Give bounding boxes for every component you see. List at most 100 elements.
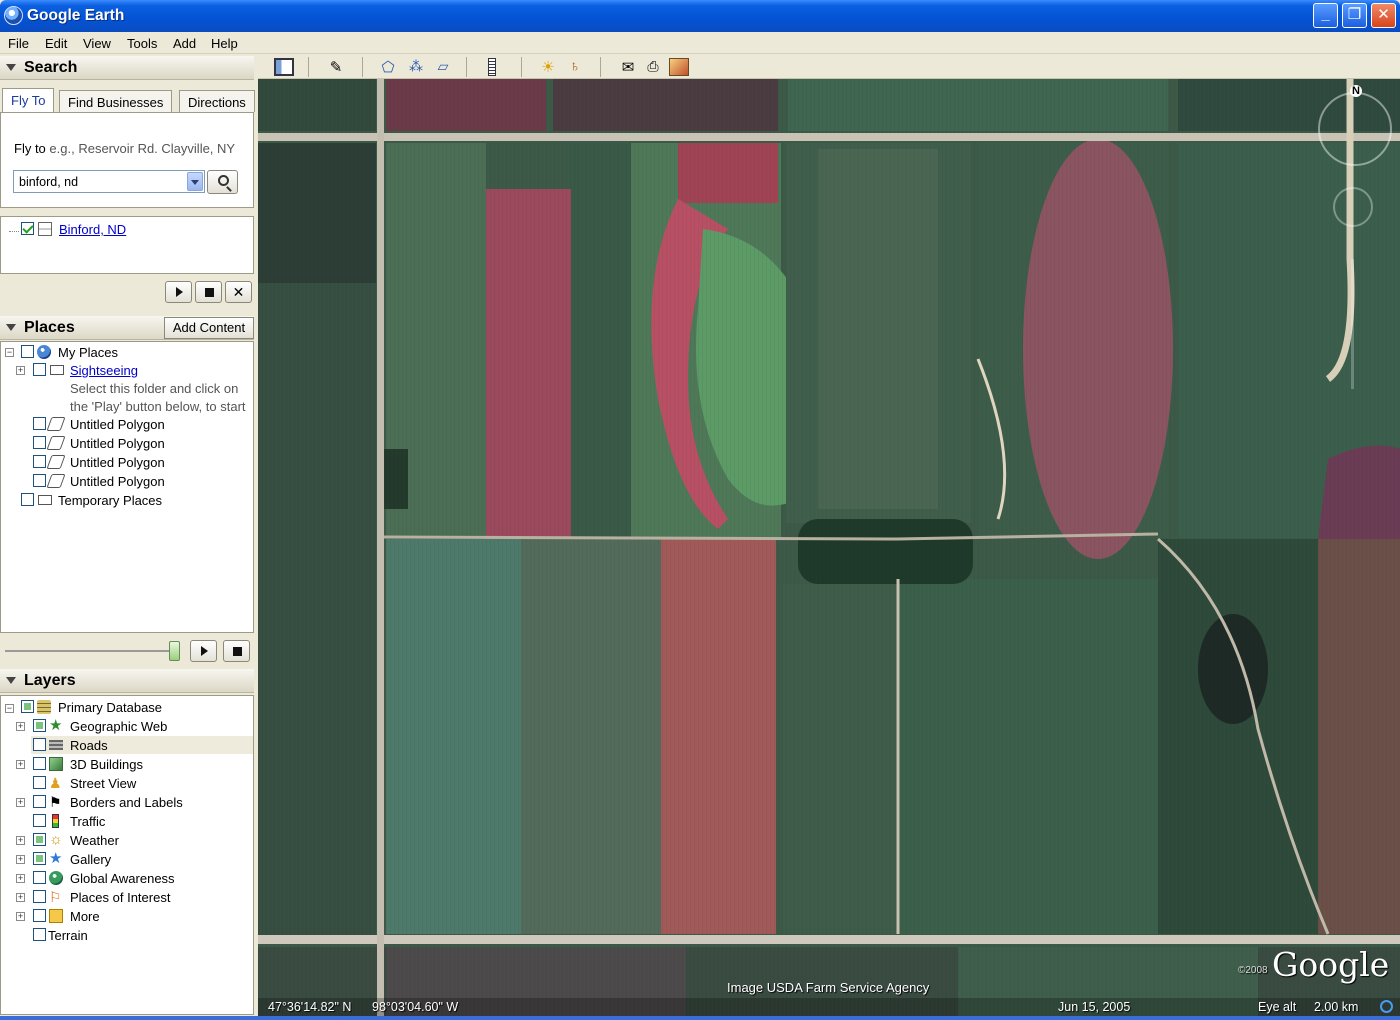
places-pane-title: Places — [24, 319, 75, 336]
layer-checkbox[interactable] — [33, 795, 46, 808]
tour-speed-slider[interactable] — [5, 650, 177, 652]
sidebar-toggle-icon[interactable] — [274, 58, 294, 76]
search-pane-header[interactable]: Search — [0, 56, 254, 80]
layer-checkbox[interactable] — [33, 738, 46, 751]
add-content-button[interactable]: Add Content — [164, 317, 254, 339]
expand-toggle[interactable]: + — [16, 893, 25, 902]
layers-pane-header[interactable]: Layers — [0, 669, 254, 693]
layer-item[interactable]: Geographic Web — [70, 719, 167, 737]
clear-results-button[interactable]: ✕ — [225, 281, 252, 303]
layer-checkbox[interactable] — [33, 757, 46, 770]
my-places-label[interactable]: My Places — [58, 345, 118, 363]
google-maps-icon[interactable] — [669, 58, 689, 76]
primary-database-checkbox[interactable] — [21, 700, 34, 713]
minimize-button[interactable]: _ — [1313, 3, 1338, 28]
path-tool-icon[interactable]: ⁂ — [406, 58, 426, 76]
list-item[interactable]: Untitled Polygon — [70, 417, 165, 435]
menu-file[interactable]: File — [8, 36, 29, 51]
map-view[interactable]: N Image USDA Farm Service Agency ©2008 G… — [258, 79, 1400, 1016]
layer-item[interactable]: Roads — [70, 738, 108, 756]
places-play-button[interactable] — [190, 640, 217, 662]
polygon-checkbox[interactable] — [33, 455, 46, 468]
expand-toggle[interactable]: + — [16, 874, 25, 883]
layer-checkbox[interactable] — [33, 852, 46, 865]
list-item[interactable]: Untitled Polygon — [70, 455, 165, 473]
sky-planet-icon[interactable]: ♄ — [565, 58, 585, 76]
collapse-triangle-icon[interactable] — [6, 677, 16, 684]
collapse-triangle-icon[interactable] — [6, 64, 16, 71]
menu-tools[interactable]: Tools — [127, 36, 157, 51]
terrain-checkbox[interactable] — [33, 928, 46, 941]
layer-checkbox[interactable] — [33, 814, 46, 827]
sunlight-icon[interactable]: ☀ — [538, 58, 558, 76]
expand-toggle[interactable]: + — [16, 912, 25, 921]
layer-checkbox[interactable] — [33, 871, 46, 884]
primary-database-label[interactable]: Primary Database — [58, 700, 162, 718]
polygon-checkbox[interactable] — [33, 474, 46, 487]
result-checkbox[interactable] — [21, 222, 34, 235]
menu-help[interactable]: Help — [211, 36, 238, 51]
compass-north[interactable]: N — [1350, 85, 1362, 97]
overlay-tool-icon[interactable]: ▱ — [433, 58, 453, 76]
polygon-checkbox[interactable] — [33, 436, 46, 449]
list-item[interactable]: Binford, ND — [5, 221, 245, 239]
expand-toggle[interactable]: + — [16, 760, 25, 769]
layer-item[interactable]: Street View — [70, 776, 136, 794]
layer-item[interactable]: 3D Buildings — [70, 757, 143, 775]
maximize-button[interactable]: ❐ — [1342, 3, 1367, 28]
zoom-slider[interactable] — [1351, 259, 1354, 389]
temporary-places-checkbox[interactable] — [21, 493, 34, 506]
layer-checkbox[interactable] — [33, 833, 46, 846]
ruler-icon[interactable] — [488, 58, 496, 76]
terrain-label[interactable]: Terrain — [48, 928, 88, 946]
email-icon[interactable]: ✉ — [618, 58, 638, 76]
expand-toggle[interactable]: + — [16, 855, 25, 864]
layer-item[interactable]: Weather — [70, 833, 119, 851]
expand-toggle[interactable]: + — [16, 798, 25, 807]
collapse-toggle[interactable]: − — [5, 704, 14, 713]
search-button[interactable] — [207, 170, 238, 194]
places-stop-button[interactable] — [223, 640, 250, 662]
look-joystick[interactable] — [1333, 187, 1373, 227]
polygon-checkbox[interactable] — [33, 417, 46, 430]
layer-checkbox[interactable] — [33, 890, 46, 903]
placemark-icon[interactable]: ✎ — [326, 58, 346, 76]
tab-directions[interactable]: Directions — [179, 90, 255, 112]
tour-play-button[interactable] — [165, 281, 192, 303]
tab-fly-to[interactable]: Fly To — [2, 88, 55, 112]
dropdown-arrow-icon[interactable] — [187, 172, 203, 191]
result-link[interactable]: Binford, ND — [59, 222, 126, 237]
slider-handle[interactable] — [169, 641, 180, 661]
menu-view[interactable]: View — [83, 36, 111, 51]
expand-toggle[interactable]: + — [16, 722, 25, 731]
layer-item[interactable]: Traffic — [70, 814, 105, 832]
layer-item[interactable]: Places of Interest — [70, 890, 170, 908]
expand-toggle[interactable]: + — [16, 836, 25, 845]
layer-checkbox[interactable] — [33, 719, 46, 732]
layer-checkbox[interactable] — [33, 776, 46, 789]
fly-to-input-value: binford, nd — [19, 175, 79, 189]
collapse-triangle-icon[interactable] — [6, 324, 16, 331]
compass-ring[interactable] — [1318, 92, 1392, 166]
layer-item[interactable]: Borders and Labels — [70, 795, 183, 813]
polygon-tool-icon[interactable]: ⬠ — [378, 58, 398, 76]
layer-item[interactable]: More — [70, 909, 100, 927]
menu-add[interactable]: Add — [173, 36, 196, 51]
tab-find-businesses[interactable]: Find Businesses — [59, 90, 173, 112]
close-button[interactable]: ✕ — [1371, 3, 1396, 28]
fly-to-input[interactable]: binford, nd — [13, 170, 205, 193]
menu-edit[interactable]: Edit — [45, 36, 67, 51]
tour-stop-button[interactable] — [195, 281, 222, 303]
list-item[interactable]: Untitled Polygon — [70, 474, 165, 492]
temporary-places-label[interactable]: Temporary Places — [58, 493, 162, 511]
sightseeing-checkbox[interactable] — [33, 363, 46, 376]
layer-item[interactable]: Global Awareness — [70, 871, 175, 889]
layer-item[interactable]: Gallery — [70, 852, 111, 870]
sightseeing-link[interactable]: Sightseeing — [70, 363, 138, 381]
list-item[interactable]: Untitled Polygon — [70, 436, 165, 454]
layer-checkbox[interactable] — [33, 909, 46, 922]
collapse-toggle[interactable]: − — [5, 348, 14, 357]
my-places-checkbox[interactable] — [21, 345, 34, 358]
expand-toggle[interactable]: + — [16, 366, 25, 375]
print-icon[interactable]: ⎙ — [643, 58, 663, 76]
